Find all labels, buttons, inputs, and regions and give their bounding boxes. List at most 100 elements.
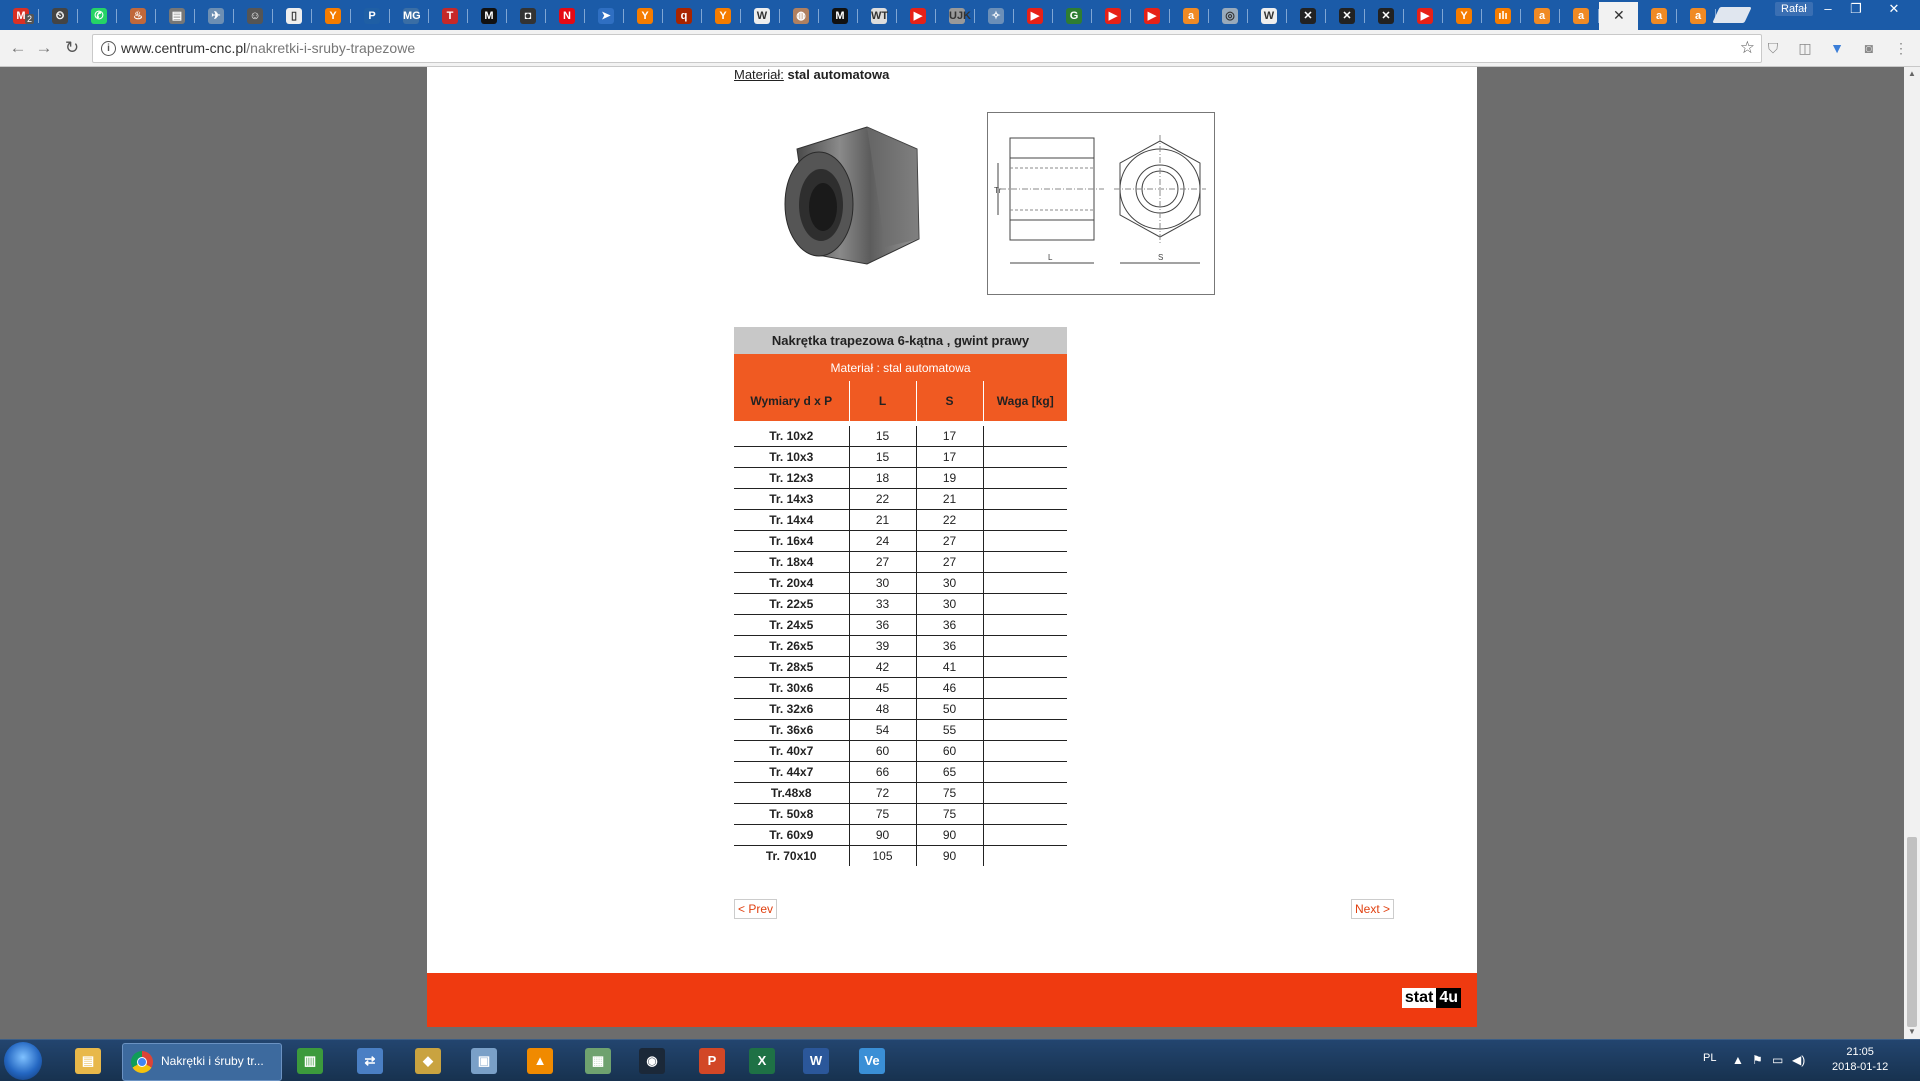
browser-tab[interactable]: Y: [1443, 2, 1482, 30]
browser-tab[interactable]: T: [429, 2, 468, 30]
browser-tab[interactable]: ✕: [1287, 2, 1326, 30]
browser-tab[interactable]: W: [741, 2, 780, 30]
browser-tab[interactable]: ✆: [78, 2, 117, 30]
vertical-scrollbar[interactable]: ▲ ▼: [1904, 67, 1920, 1039]
browser-tab[interactable]: ✈: [195, 2, 234, 30]
powerpoint-taskbar-button[interactable]: P: [692, 1044, 732, 1078]
browser-tab[interactable]: ▶: [1092, 2, 1131, 30]
menu-icon[interactable]: ⋮: [1892, 39, 1910, 57]
browser-tab[interactable]: a: [1677, 2, 1716, 30]
browser-tab[interactable]: a: [1560, 2, 1599, 30]
maximize-button[interactable]: ❐: [1842, 0, 1870, 18]
browser-tab[interactable]: ✕: [1365, 2, 1404, 30]
visio-taskbar-button[interactable]: Ve: [852, 1044, 892, 1078]
browser-tab[interactable]: a: [1521, 2, 1560, 30]
browser-tab[interactable]: ▶: [897, 2, 936, 30]
vlc-taskbar-button[interactable]: ▲: [520, 1044, 560, 1078]
browser-tab[interactable]: ☺: [234, 2, 273, 30]
steam-taskbar-button[interactable]: ◉: [632, 1044, 672, 1078]
scroll-thumb[interactable]: [1907, 837, 1917, 1027]
cell-dims: Tr. 18x4: [734, 551, 849, 573]
network-taskbar-button[interactable]: ⇄: [350, 1044, 390, 1078]
virtualbox-taskbar-button[interactable]: ▣: [464, 1044, 504, 1078]
browser-tab[interactable]: M: [468, 2, 507, 30]
browser-tab[interactable]: ➤: [585, 2, 624, 30]
browser-tab[interactable]: MG: [390, 2, 429, 30]
browser-tab[interactable]: q: [663, 2, 702, 30]
device-taskbar-button[interactable]: ▦: [578, 1044, 618, 1078]
info-icon[interactable]: i: [101, 41, 116, 56]
cell-l: 39: [848, 635, 916, 657]
url-text[interactable]: www.centrum-cnc.pl/nakretki-i-sruby-trap…: [121, 40, 415, 56]
cell-dims: Tr. 32x6: [734, 698, 849, 720]
cell-s: 22: [915, 509, 983, 531]
browser-tab[interactable]: ◍: [780, 2, 819, 30]
browser-tab[interactable]: Y: [702, 2, 741, 30]
network-icon: ⇄: [357, 1048, 383, 1074]
browser-tab[interactable]: a: [1638, 2, 1677, 30]
browser-tab[interactable]: ▤: [156, 2, 195, 30]
browser-tab[interactable]: G: [1053, 2, 1092, 30]
download-extension-icon[interactable]: ▼: [1828, 39, 1846, 57]
browser-tab[interactable]: ⏲: [39, 2, 78, 30]
shield-extension-icon[interactable]: ⛉: [1764, 39, 1782, 57]
diamond-app-taskbar-button[interactable]: ◆: [408, 1044, 448, 1078]
tray-expand-icon[interactable]: ▲: [1732, 1053, 1744, 1067]
browser-tab[interactable]: P: [351, 2, 390, 30]
browser-tab[interactable]: ılı: [1482, 2, 1521, 30]
close-window-button[interactable]: ✕: [1874, 0, 1914, 18]
minimize-button[interactable]: –: [1814, 0, 1842, 18]
browser-tab[interactable]: ▯: [273, 2, 312, 30]
browser-tab[interactable]: ✕: [1326, 2, 1365, 30]
table-row: Tr. 60x9 90 90: [734, 824, 1067, 846]
language-indicator[interactable]: PL: [1703, 1052, 1716, 1064]
table-row: Tr. 44x7 66 65: [734, 761, 1067, 783]
browser-tab[interactable]: M2: [0, 2, 39, 30]
chrome-taskbar-button[interactable]: Nakrętki i śruby tr...: [122, 1043, 282, 1081]
new-tab-button[interactable]: [1712, 7, 1752, 23]
browser-tab[interactable]: ◎: [1209, 2, 1248, 30]
file-explorer-button[interactable]: ▤: [68, 1044, 108, 1078]
browser-tab[interactable]: ▶: [1014, 2, 1053, 30]
browser-tab[interactable]: ◘: [507, 2, 546, 30]
browser-tab[interactable]: ✧: [975, 2, 1014, 30]
volume-icon[interactable]: ◀): [1792, 1053, 1805, 1067]
stat4u-badge[interactable]: stat 4u: [1401, 988, 1461, 1008]
browser-tab[interactable]: Y: [624, 2, 663, 30]
prev-button[interactable]: < Prev: [734, 899, 778, 919]
browser-tab[interactable]: M: [819, 2, 858, 30]
browser-tab[interactable]: UJK: [936, 2, 975, 30]
table-row: Tr. 32x6 48 50: [734, 698, 1067, 720]
browser-tab[interactable]: N: [546, 2, 585, 30]
material-line: Materiał: stal automatowa: [734, 67, 889, 82]
x-icon: ✕: [1339, 8, 1355, 24]
action-center-icon[interactable]: ⚑: [1752, 1053, 1763, 1067]
browser-tab[interactable]: ▶: [1131, 2, 1170, 30]
browser-tab[interactable]: Y: [312, 2, 351, 30]
browser-tab[interactable]: ✕: [1599, 2, 1638, 30]
close-tab-icon[interactable]: ✕: [1613, 7, 1625, 24]
forward-button[interactable]: →: [34, 38, 54, 58]
rss-extension-icon[interactable]: ◫: [1796, 39, 1814, 57]
cell-s: 90: [915, 845, 983, 866]
bookmark-star-icon[interactable]: ☆: [1740, 38, 1755, 58]
reload-button[interactable]: ↻: [62, 38, 82, 58]
start-button[interactable]: [4, 1042, 42, 1080]
browser-tab[interactable]: ♨: [117, 2, 156, 30]
scroll-down-icon[interactable]: ▼: [1904, 1025, 1920, 1039]
scroll-up-icon[interactable]: ▲: [1904, 67, 1920, 81]
camera-extension-icon[interactable]: ◙: [1860, 39, 1878, 57]
browser-tab[interactable]: W: [1248, 2, 1287, 30]
excel-taskbar-button[interactable]: X: [742, 1044, 782, 1078]
network-tray-icon[interactable]: ▭: [1772, 1053, 1783, 1067]
next-button[interactable]: Next >: [1351, 899, 1395, 919]
browser-tab[interactable]: a: [1170, 2, 1209, 30]
word-taskbar-button[interactable]: W: [796, 1044, 836, 1078]
back-button[interactable]: ←: [8, 38, 28, 58]
notepad-chart-taskbar-button[interactable]: ▥: [290, 1044, 330, 1078]
clock[interactable]: 21:05 2018-01-12: [1832, 1045, 1888, 1075]
browser-tab[interactable]: ▶: [1404, 2, 1443, 30]
profile-button[interactable]: Rafał: [1775, 2, 1813, 16]
browser-tab[interactable]: WT: [858, 2, 897, 30]
address-bar[interactable]: i www.centrum-cnc.pl/nakretki-i-sruby-tr…: [92, 34, 1762, 63]
